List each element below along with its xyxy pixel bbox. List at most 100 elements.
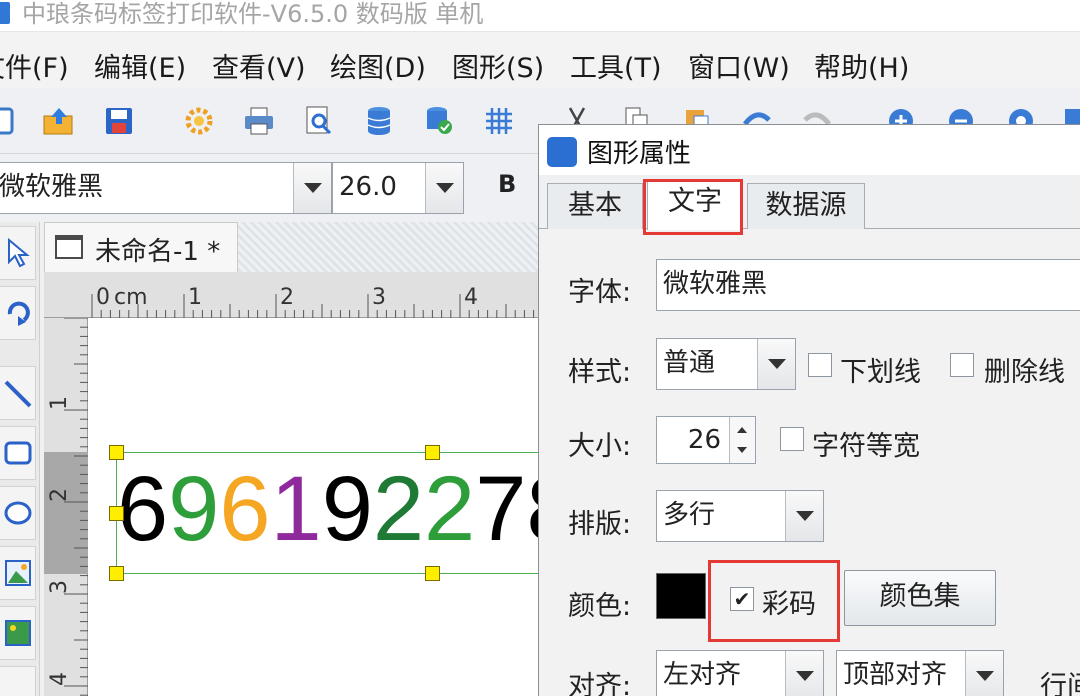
tab-basic[interactable]: 基本 bbox=[547, 183, 643, 229]
font-toolbar: 微软雅黑 26.0 B bbox=[0, 154, 540, 222]
menu-bar: 文件(F) 编辑(E) 查看(V) 绘图(D) 图形(S) 工具(T) 窗口(W… bbox=[0, 32, 1080, 88]
color-set-button[interactable]: 颜色集 bbox=[844, 570, 996, 626]
menu-tools[interactable]: 工具(T) bbox=[570, 46, 662, 85]
color-code-checkbox[interactable]: ✔ bbox=[730, 587, 754, 611]
resize-handle-top-left[interactable] bbox=[109, 445, 124, 460]
chevron-down-icon[interactable] bbox=[757, 339, 795, 389]
ruler-label: 2 bbox=[47, 488, 72, 502]
dialog-tab-bar: 基本 文字 数据源 bbox=[539, 175, 1080, 230]
print-icon[interactable] bbox=[242, 104, 276, 138]
underline-checkbox[interactable] bbox=[808, 353, 832, 377]
digit-2: 6 bbox=[219, 458, 271, 560]
dialog-title-bar: 图形属性 bbox=[539, 125, 1080, 175]
resize-handle-middle-left[interactable] bbox=[109, 506, 124, 521]
menu-file[interactable]: 文件(F) bbox=[0, 46, 69, 85]
menu-window[interactable]: 窗口(W) bbox=[688, 46, 790, 85]
spinner-buttons[interactable] bbox=[729, 417, 755, 463]
open-icon[interactable] bbox=[42, 104, 76, 138]
window-icon bbox=[55, 235, 83, 259]
font-size-spinner-value: 26 bbox=[687, 425, 721, 455]
line-spacing-label: 行间 bbox=[1040, 671, 1080, 696]
ruler-unit: cm bbox=[114, 285, 148, 310]
ruler-label: 3 bbox=[47, 580, 72, 594]
vertical-ruler-ticks: 1 2 3 4 bbox=[44, 317, 88, 696]
ruler-label: 2 bbox=[280, 285, 294, 310]
document-tab-label: 未命名-1 * bbox=[95, 237, 221, 267]
chevron-down-icon[interactable] bbox=[785, 651, 823, 696]
bold-button[interactable]: B bbox=[498, 170, 516, 198]
horizontal-align-value: 左对齐 bbox=[663, 660, 742, 690]
resize-handle-bottom-center[interactable] bbox=[425, 566, 440, 581]
menu-view[interactable]: 查看(V) bbox=[212, 46, 306, 85]
dialog-title: 图形属性 bbox=[587, 139, 692, 169]
spinner-down-icon[interactable] bbox=[737, 447, 747, 453]
chevron-down-icon[interactable] bbox=[293, 163, 331, 213]
save-icon[interactable] bbox=[102, 104, 136, 138]
chevron-down-icon[interactable] bbox=[425, 163, 463, 213]
ruler-label: 4 bbox=[464, 285, 478, 310]
vertical-align-select[interactable]: 顶部对齐 bbox=[836, 650, 1004, 696]
strikethrough-checkbox[interactable] bbox=[950, 353, 974, 377]
resize-handle-top-center[interactable] bbox=[425, 445, 440, 460]
style-select[interactable]: 普通 bbox=[656, 338, 796, 390]
font-size-spinner[interactable]: 26 bbox=[656, 416, 756, 464]
image-tool-icon[interactable] bbox=[0, 606, 36, 660]
font-label: 字体: bbox=[568, 277, 632, 308]
dialog-app-icon bbox=[547, 137, 577, 167]
window-title: 中琅条码标签打印软件-V6.5.0 数码版 单机 bbox=[22, 0, 484, 28]
digit-3: 1 bbox=[270, 458, 322, 560]
align-label: 对齐: bbox=[568, 671, 632, 696]
digit-5: 2 bbox=[372, 458, 425, 560]
size-label: 大小: bbox=[568, 431, 632, 462]
underline-label: 下划线 bbox=[840, 357, 921, 388]
ruler-selection-band bbox=[44, 452, 88, 574]
font-family-field[interactable]: 微软雅黑 bbox=[656, 259, 1080, 311]
resize-handle-bottom-left[interactable] bbox=[109, 566, 124, 581]
menu-shape[interactable]: 图形(S) bbox=[452, 46, 544, 85]
font-name-value: 微软雅黑 bbox=[0, 172, 104, 202]
menu-draw[interactable]: 绘图(D) bbox=[330, 46, 426, 85]
selected-text-object[interactable]: 696192278 bbox=[116, 452, 578, 574]
grid-icon[interactable] bbox=[482, 104, 516, 138]
database-connect-icon[interactable] bbox=[422, 104, 456, 138]
font-family-value: 微软雅黑 bbox=[663, 269, 768, 299]
picture-tool-icon[interactable] bbox=[0, 546, 36, 600]
app-icon bbox=[0, 2, 10, 24]
print-preview-icon[interactable] bbox=[302, 104, 336, 138]
menu-edit[interactable]: 编辑(E) bbox=[94, 46, 186, 85]
chevron-down-icon[interactable] bbox=[785, 491, 823, 541]
rectangle-tool-icon[interactable] bbox=[0, 426, 36, 480]
digit-6: 2 bbox=[424, 458, 476, 560]
digit-0: 6 bbox=[117, 458, 169, 560]
spinner-up-icon[interactable] bbox=[737, 427, 747, 433]
database-icon[interactable] bbox=[362, 104, 396, 138]
settings-icon[interactable] bbox=[182, 104, 216, 138]
title-bar: 中琅条码标签打印软件-V6.5.0 数码版 单机 bbox=[0, 0, 1080, 32]
pointer-tool-icon[interactable] bbox=[0, 226, 36, 280]
rotate-tool-icon[interactable] bbox=[0, 286, 36, 340]
document-tab[interactable]: 未命名-1 * bbox=[44, 222, 238, 272]
color-label: 颜色: bbox=[568, 591, 632, 622]
tab-data-source[interactable]: 数据源 bbox=[747, 183, 865, 229]
active-tab-highlight bbox=[643, 179, 743, 235]
font-name-select[interactable]: 微软雅黑 bbox=[0, 162, 332, 214]
layout-label: 排版: bbox=[568, 509, 632, 540]
menu-help[interactable]: 帮助(H) bbox=[814, 46, 909, 85]
style-label: 样式: bbox=[568, 357, 632, 388]
horizontal-align-select[interactable]: 左对齐 bbox=[656, 650, 824, 696]
vertical-align-value: 顶部对齐 bbox=[843, 660, 948, 690]
layout-value: 多行 bbox=[663, 500, 716, 530]
monospace-checkbox[interactable] bbox=[780, 427, 804, 451]
digit-7: 7 bbox=[475, 458, 527, 560]
more-tool-icon[interactable] bbox=[0, 666, 36, 696]
new-icon[interactable] bbox=[0, 104, 18, 138]
layout-select[interactable]: 多行 bbox=[656, 490, 824, 542]
line-tool-icon[interactable] bbox=[0, 366, 36, 420]
ellipse-tool-icon[interactable] bbox=[0, 486, 36, 540]
font-size-select[interactable]: 26.0 bbox=[332, 162, 464, 214]
ruler-label: 1 bbox=[47, 396, 72, 410]
ruler-label: 0 bbox=[96, 285, 110, 310]
ruler-label: 3 bbox=[372, 285, 386, 310]
color-swatch[interactable] bbox=[656, 573, 706, 619]
chevron-down-icon[interactable] bbox=[965, 651, 1003, 696]
